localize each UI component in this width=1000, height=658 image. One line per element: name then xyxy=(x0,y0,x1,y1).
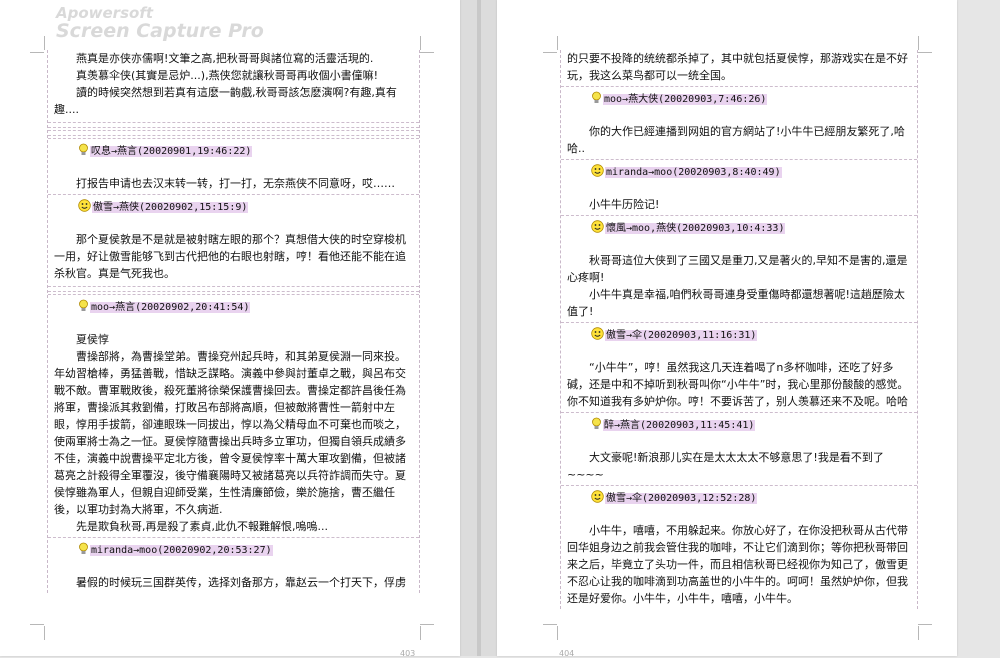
text-line: 的只要不投降的统统都杀掉了，其中就包括夏侯惇，那游戏实在是不好玩，我这么菜鸟都可… xyxy=(567,52,908,82)
watermark: Apowersoft Screen Capture Pro xyxy=(56,4,264,42)
post-text: 曹操部將，為曹操堂弟。曹操兗州起兵時，和其弟夏侯淵一同來投。年幼習槍棒，勇猛善戰… xyxy=(54,350,406,516)
bulb-icon xyxy=(79,143,88,155)
post-header: 傲雪→伞(20020903,12:52:28) xyxy=(561,485,917,510)
post-text: 打报告申请也去汉末转一转，打一打，无奈燕侠不同意呀，哎…… xyxy=(76,177,395,190)
smiley-icon xyxy=(78,199,91,212)
post-header: 傲雪→伞(20020903,11:16:31) xyxy=(561,322,917,347)
bulb-icon xyxy=(592,417,601,429)
bulb-icon xyxy=(79,542,88,554)
page-number: 403 xyxy=(400,649,416,658)
smiley-icon xyxy=(591,490,604,503)
bulb-icon xyxy=(79,299,88,311)
post-text: “小牛牛”，哼！虽然我这几天连着喝了n多杯咖啡，还吃了好多碱，还是中和不掉听到秋… xyxy=(567,361,909,408)
text-line: 燕真是亦侠亦儒啊!文筆之高,把秋哥哥與諸位寫的活靈活現的. xyxy=(76,52,374,65)
post-text: 秋哥哥這位大侠到了三國又是重刀,又是著火的,早知不是害的,還是心疼啊! xyxy=(567,254,908,284)
left-page-content: 燕真是亦侠亦儒啊!文筆之高,把秋哥哥與諸位寫的活靈活現的. 真羡慕伞侠(其實是忌… xyxy=(47,50,420,593)
intro-text: 燕真是亦侠亦儒啊!文筆之高,把秋哥哥與諸位寫的活靈活現的. 真羡慕伞侠(其實是忌… xyxy=(48,50,419,120)
page-gutter xyxy=(460,0,497,656)
text-line: 真羡慕伞侠(其實是忌炉...),燕侠您就讓秋哥哥再收個小書僮嘛! xyxy=(76,69,378,82)
post-text: 小牛牛，嘻嘻，不用躲起来。你放心好了，在你没把秋哥从古代带回华姐身边之前我会管住… xyxy=(567,524,908,605)
post-text: 先是欺負秋哥,再是殺了素貞,此仇不報難解恨,嗚嗚... xyxy=(76,520,328,533)
page-number: 404 xyxy=(559,649,575,658)
post-text: 那个夏侯敦是不是就是被射瞎左眼的那个？真想借大侠的时空穿梭机一用，好让傲雪能够飞… xyxy=(54,233,406,280)
post-text: 小牛牛真是幸福,咱們秋哥哥連身受重傷時都還想著呢!這趟歷險太值了! xyxy=(567,288,905,318)
right-page-content: 的只要不投降的统统都杀掉了，其中就包括夏侯惇，那游戏实在是不好玩，我这么菜鸟都可… xyxy=(560,50,918,609)
post-header: 傲雪→燕侠(20020902,15:15:9) xyxy=(48,194,419,219)
post-text: 大文豪呢!新浪那儿实在是太太太太不够意思了!我是看不到了~~~~ xyxy=(567,451,884,481)
right-page: 的只要不投降的统统都杀掉了，其中就包括夏侯惇，那游戏实在是不好玩，我这么菜鸟都可… xyxy=(497,0,957,658)
post-header: 醉→燕言(20020903,11:45:41) xyxy=(561,412,917,437)
post-text: 你的大作已經連播到网姐的官方網站了!小牛牛已經朋友繁死了,哈哈.. xyxy=(567,125,905,155)
smiley-icon xyxy=(591,164,604,177)
post-header: 叹息→燕言(20020901,19:46:22) xyxy=(48,138,419,163)
post-header: 懷風→moo,燕侠(20020903,10:4:33) xyxy=(561,215,917,240)
post-header: miranda→moo(20020903,8:40:49) xyxy=(561,159,917,184)
bulb-icon xyxy=(592,91,601,103)
post-header: moo→燕言(20020902,20:41:54) xyxy=(48,294,419,319)
post-header: miranda→moo(20020902,20:53:27) xyxy=(48,537,419,562)
left-page: Apowersoft Screen Capture Pro 燕真是亦侠亦儒啊!文… xyxy=(0,0,460,658)
post-text: 小牛牛历险记! xyxy=(589,198,660,211)
post-header: moo→燕大侠(20020903,7:46:26) xyxy=(561,86,917,111)
smiley-icon xyxy=(591,220,604,233)
post-text: 夏侯惇 xyxy=(76,333,109,346)
post-text: 暑假的时候玩三国群英传，选择刘备那方，靠赵云一个打天下，俘虏 xyxy=(76,576,406,589)
smiley-icon xyxy=(591,327,604,340)
text-line: 讀的時候突然想到若真有這麽一齣戲,秋哥哥該怎麽演啊?有趣,真有趣.... xyxy=(54,86,397,116)
